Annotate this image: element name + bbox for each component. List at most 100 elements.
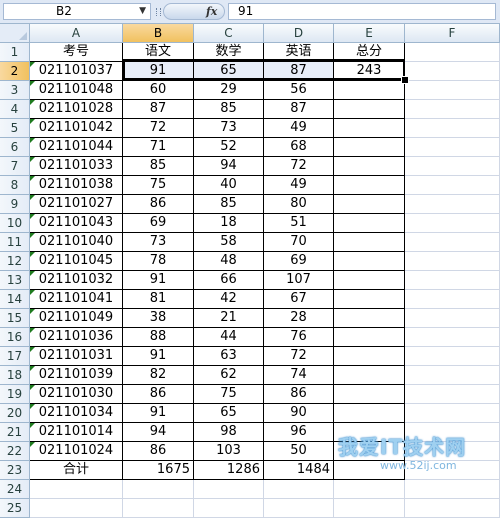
cell-f5[interactable]: [405, 119, 500, 138]
cell-e23[interactable]: [334, 461, 405, 480]
row-header[interactable]: 17: [0, 347, 30, 366]
cell-d20[interactable]: 90: [264, 404, 334, 423]
cell-f21[interactable]: [405, 423, 500, 442]
cell-d19[interactable]: 86: [264, 385, 334, 404]
cell-e20[interactable]: [334, 404, 405, 423]
row-header[interactable]: 22: [0, 442, 30, 461]
cell-e2[interactable]: 243: [334, 62, 405, 81]
cell-f7[interactable]: [405, 157, 500, 176]
row-header[interactable]: 3: [0, 81, 30, 100]
row-header[interactable]: 6: [0, 138, 30, 157]
row-header[interactable]: 15: [0, 309, 30, 328]
cell-e4[interactable]: [334, 100, 405, 119]
cell-b24[interactable]: [123, 480, 194, 499]
cell-e12[interactable]: [334, 252, 405, 271]
cell-d25[interactable]: [264, 499, 334, 518]
cell-e3[interactable]: [334, 81, 405, 100]
cell-c18[interactable]: 62: [194, 366, 264, 385]
row-header[interactable]: 7: [0, 157, 30, 176]
row-header[interactable]: 13: [0, 271, 30, 290]
cell-d7[interactable]: 72: [264, 157, 334, 176]
cell-a7[interactable]: 021101033: [30, 157, 123, 176]
row-header[interactable]: 12: [0, 252, 30, 271]
cell-c8[interactable]: 40: [194, 176, 264, 195]
cell-f13[interactable]: [405, 271, 500, 290]
cell-a8[interactable]: 021101038: [30, 176, 123, 195]
cell-f24[interactable]: [405, 480, 500, 499]
cell-c25[interactable]: [194, 499, 264, 518]
cell-b20[interactable]: 91: [123, 404, 194, 423]
cell-e8[interactable]: [334, 176, 405, 195]
cell-c13[interactable]: 66: [194, 271, 264, 290]
cell-b10[interactable]: 69: [123, 214, 194, 233]
cell-b14[interactable]: 81: [123, 290, 194, 309]
cell-f20[interactable]: [405, 404, 500, 423]
formula-input[interactable]: 91: [228, 3, 496, 20]
cell-e17[interactable]: [334, 347, 405, 366]
cell-a6[interactable]: 021101044: [30, 138, 123, 157]
cell-b8[interactable]: 75: [123, 176, 194, 195]
column-header-b[interactable]: B: [123, 24, 194, 43]
column-header-a[interactable]: A: [30, 24, 123, 43]
cell-e14[interactable]: [334, 290, 405, 309]
cell-d3[interactable]: 56: [264, 81, 334, 100]
cell-c11[interactable]: 58: [194, 233, 264, 252]
cell-c20[interactable]: 65: [194, 404, 264, 423]
cell-b5[interactable]: 72: [123, 119, 194, 138]
row-header[interactable]: 9: [0, 195, 30, 214]
cell-a2[interactable]: 021101037: [30, 62, 123, 81]
cell-c2[interactable]: 65: [194, 62, 264, 81]
cell-d5[interactable]: 49: [264, 119, 334, 138]
cell-f23[interactable]: [405, 461, 500, 480]
cell-e24[interactable]: [334, 480, 405, 499]
cell-e11[interactable]: [334, 233, 405, 252]
cell-d21[interactable]: 96: [264, 423, 334, 442]
row-header[interactable]: 1: [0, 43, 30, 62]
cell-e19[interactable]: [334, 385, 405, 404]
column-header-f[interactable]: F: [405, 24, 500, 43]
cell-a20[interactable]: 021101034: [30, 404, 123, 423]
cell-d12[interactable]: 69: [264, 252, 334, 271]
cell-a16[interactable]: 021101036: [30, 328, 123, 347]
cell-a14[interactable]: 021101041: [30, 290, 123, 309]
cell-a3[interactable]: 021101048: [30, 81, 123, 100]
cell-c5[interactable]: 73: [194, 119, 264, 138]
row-header[interactable]: 14: [0, 290, 30, 309]
cell-f16[interactable]: [405, 328, 500, 347]
cell-c7[interactable]: 94: [194, 157, 264, 176]
cell-f12[interactable]: [405, 252, 500, 271]
cell-c19[interactable]: 75: [194, 385, 264, 404]
cell-b21[interactable]: 94: [123, 423, 194, 442]
cell-c23[interactable]: 1286: [194, 461, 264, 480]
cell-d18[interactable]: 74: [264, 366, 334, 385]
cell-d2[interactable]: 87: [264, 62, 334, 81]
chevron-down-icon[interactable]: ▼: [139, 4, 146, 19]
cell-f8[interactable]: [405, 176, 500, 195]
cell-b2[interactable]: 91: [123, 62, 194, 81]
cell-c12[interactable]: 48: [194, 252, 264, 271]
cell-b19[interactable]: 86: [123, 385, 194, 404]
cell-a13[interactable]: 021101032: [30, 271, 123, 290]
cell-b16[interactable]: 88: [123, 328, 194, 347]
cell-a18[interactable]: 021101039: [30, 366, 123, 385]
cell-c10[interactable]: 18: [194, 214, 264, 233]
cell-b4[interactable]: 87: [123, 100, 194, 119]
row-header[interactable]: 11: [0, 233, 30, 252]
cell-e25[interactable]: [334, 499, 405, 518]
cell-a24[interactable]: [30, 480, 123, 499]
cell-d14[interactable]: 67: [264, 290, 334, 309]
name-box[interactable]: B2 ▼: [3, 3, 151, 20]
cell-d17[interactable]: 72: [264, 347, 334, 366]
cell-d10[interactable]: 51: [264, 214, 334, 233]
cell-f1[interactable]: [405, 43, 500, 62]
cell-d16[interactable]: 76: [264, 328, 334, 347]
cell-c22[interactable]: 103: [194, 442, 264, 461]
row-header[interactable]: 4: [0, 100, 30, 119]
cell-b25[interactable]: [123, 499, 194, 518]
cell-f17[interactable]: [405, 347, 500, 366]
row-header[interactable]: 19: [0, 385, 30, 404]
row-header[interactable]: 2: [0, 62, 30, 81]
row-header[interactable]: 24: [0, 480, 30, 499]
cell-d1[interactable]: 英语: [264, 43, 334, 62]
grip-icon[interactable]: [156, 8, 161, 16]
